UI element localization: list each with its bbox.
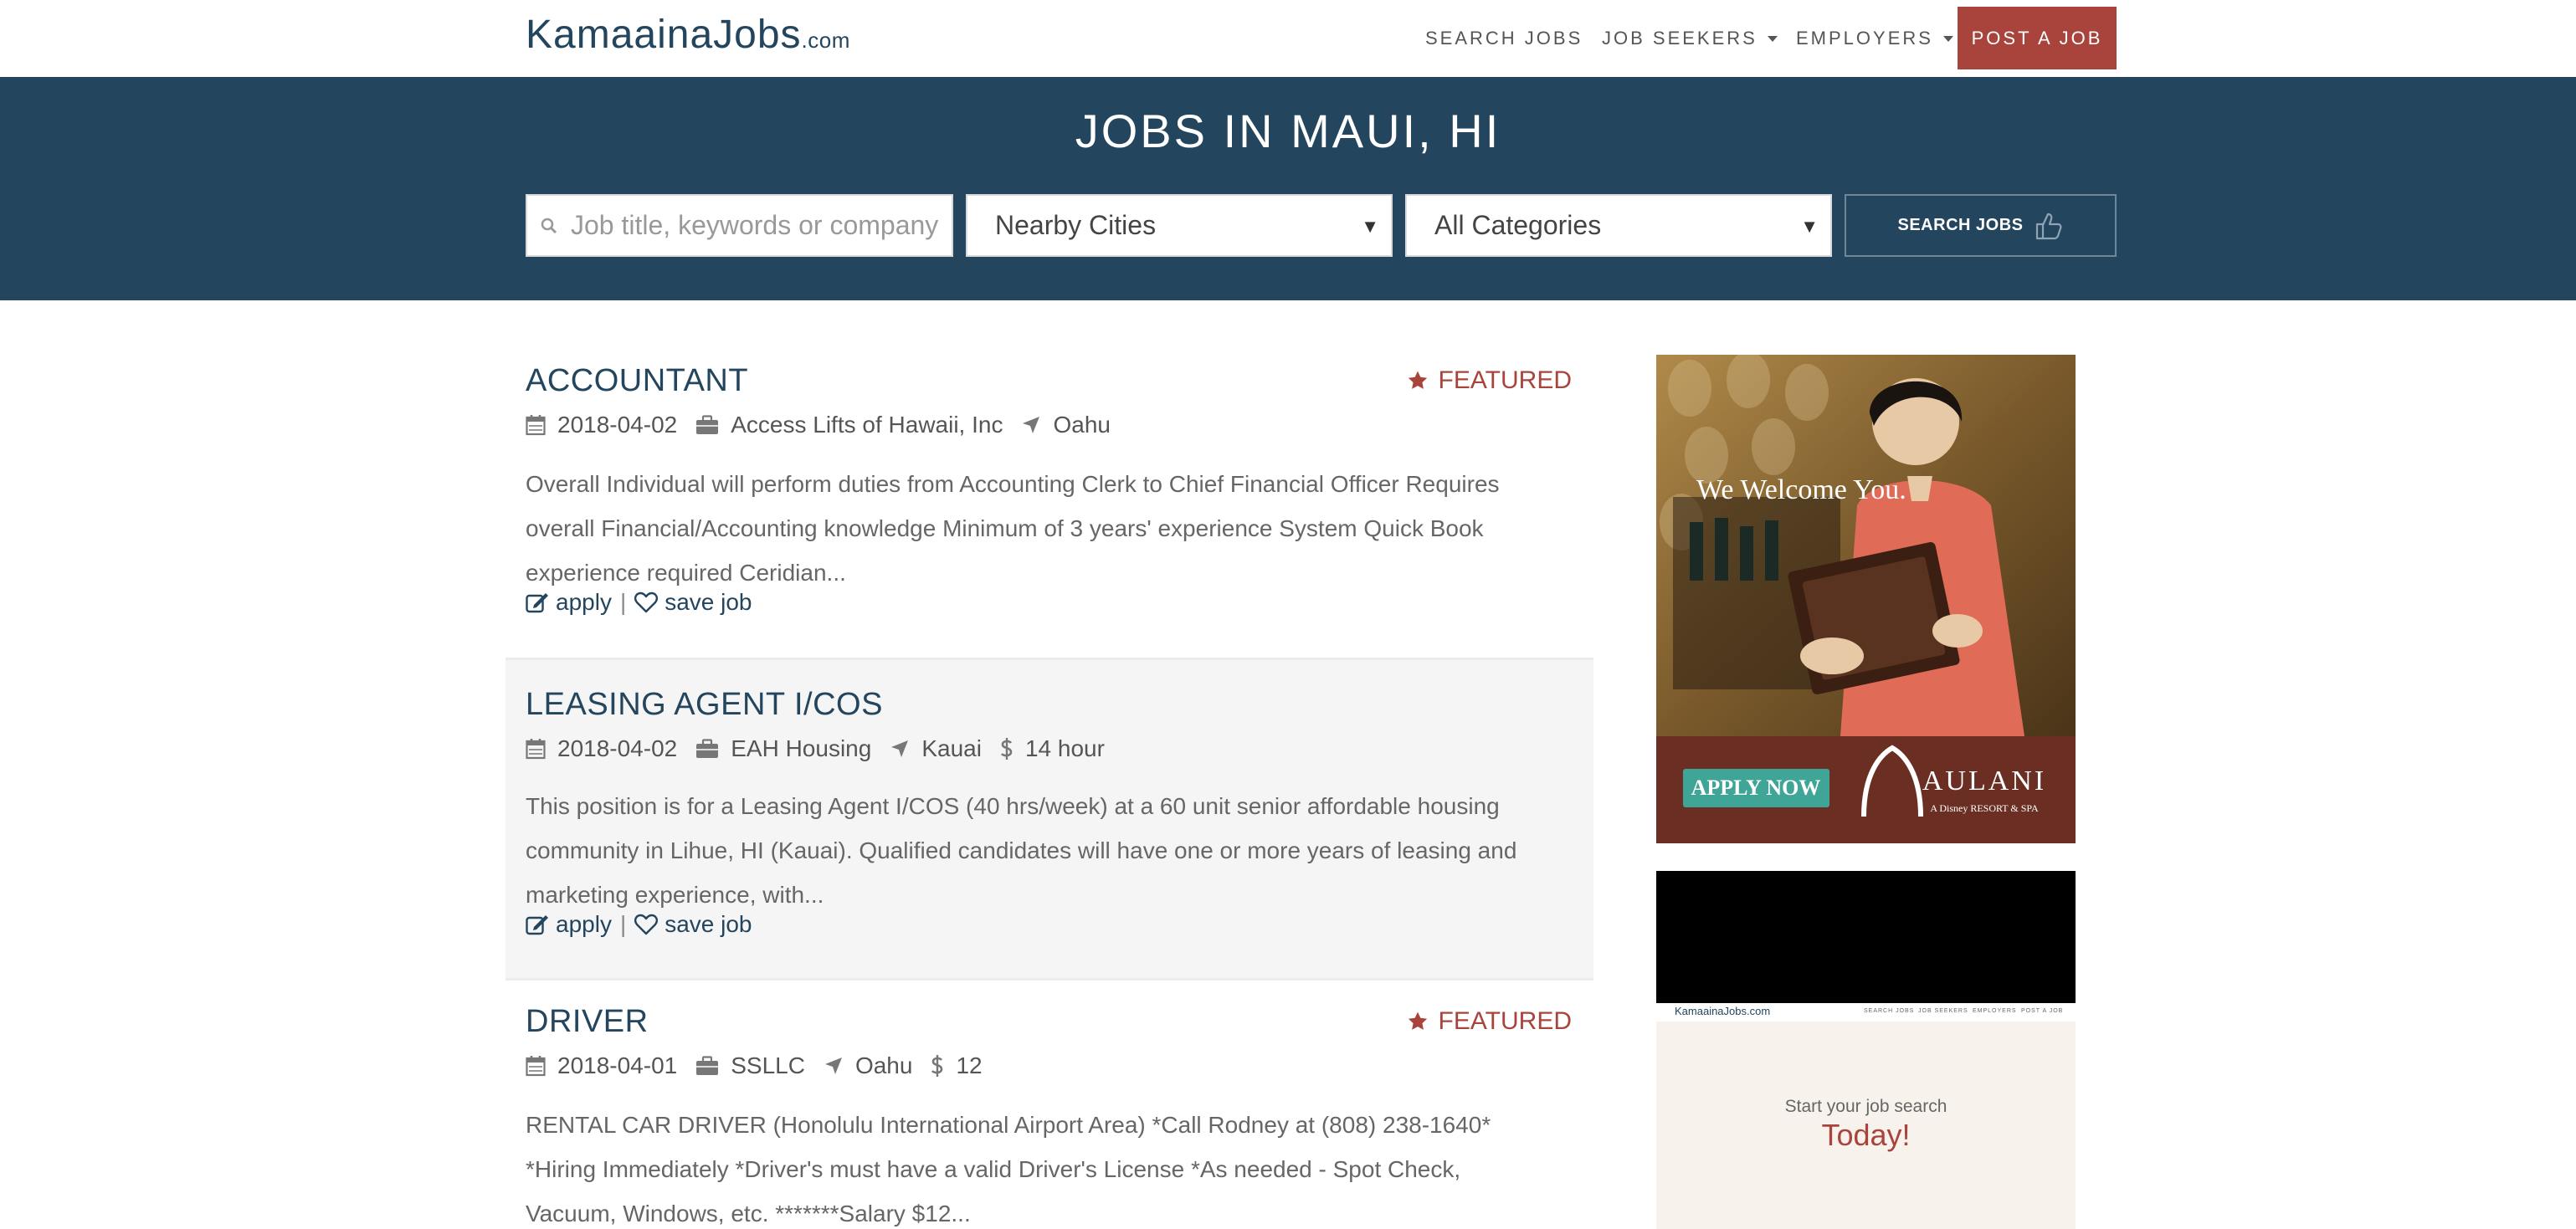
job-company: SSLLC (731, 1052, 805, 1078)
save-job-link[interactable]: save job (634, 911, 752, 938)
dropdown-arrow-icon: ▼ (1361, 216, 1379, 237)
save-job-label: save job (665, 589, 752, 615)
job-meta: 2018-04-01 SSLLC Oahu 12 (526, 1052, 1001, 1079)
nav-job-seekers-label: JOB SEEKERS (1602, 28, 1758, 49)
job-company: EAH Housing (731, 735, 872, 761)
separator: | (619, 911, 627, 937)
job-description: This position is for a Leasing Agent I/C… (526, 793, 1517, 908)
job-date: 2018-04-02 (557, 735, 678, 761)
category-select[interactable]: All Categories ▼ (1405, 194, 1832, 257)
job-pay: 12 (956, 1052, 983, 1078)
city-select-value: Nearby Cities (995, 210, 1157, 240)
featured-label: FEATURED (1438, 1007, 1572, 1035)
thumbs-up-icon (2036, 213, 2062, 239)
featured-badge: FEATURED (1407, 366, 1572, 395)
promo-line-2: Today! (1821, 1118, 1911, 1152)
job-listing: ACCOUNTANT FEATURED 2018-04-02 Access Li… (505, 340, 1593, 656)
promo-mini-nav-1: SEARCH JOBS (1864, 1008, 1915, 1014)
logo-name: KamaainaJobs (526, 13, 802, 57)
promo-line-1: Start your job search (1784, 1097, 1947, 1116)
job-title-link[interactable]: DRIVER (526, 1004, 649, 1040)
apply-now-label: APPLY NOW (1691, 776, 1821, 800)
star-icon (1408, 371, 1427, 389)
hero-search-band: JOBS IN MAUI, HI Job title, keywords or … (0, 77, 2576, 300)
promo-mini-nav-2: JOB SEEKERS (1918, 1008, 1968, 1014)
nav-job-seekers[interactable]: JOB SEEKERS (1602, 0, 1778, 77)
job-location: Oahu (1053, 412, 1111, 438)
promo-dark-band (1656, 871, 2076, 1003)
briefcase-icon (696, 739, 719, 758)
heart-icon (634, 591, 659, 613)
job-location: Oahu (854, 1052, 913, 1078)
promo-mini-nav-3: EMPLOYERS (1973, 1008, 2017, 1014)
calendar-icon (526, 1056, 546, 1077)
dollar-icon (1000, 738, 1013, 760)
search-jobs-button-label: SEARCH JOBS (1897, 216, 2024, 234)
nav-employers-label: EMPLOYERS (1796, 28, 1933, 49)
job-meta: 2018-04-02 Access Lifts of Hawaii, Inc O… (526, 412, 1129, 438)
page-title: JOBS IN MAUI, HI (1075, 105, 1501, 157)
caret-down-icon (1767, 35, 1778, 42)
dropdown-arrow-icon: ▼ (1800, 216, 1819, 237)
nav-employers[interactable]: EMPLOYERS (1796, 0, 1953, 77)
keyword-search-input[interactable]: Job title, keywords or company (526, 194, 953, 257)
apply-label: apply (556, 589, 612, 615)
calendar-icon (526, 739, 546, 760)
logo-suffix: .com (801, 28, 850, 53)
location-arrow-icon (1023, 417, 1040, 433)
apply-link[interactable]: apply (526, 589, 612, 616)
post-job-button[interactable]: POST A JOB (1958, 7, 2117, 69)
location-arrow-icon (891, 740, 909, 757)
save-job-link[interactable]: save job (634, 589, 752, 616)
top-navbar: KamaainaJobs.com SEARCH JOBS JOB SEEKERS… (0, 0, 2576, 77)
job-description: Overall Individual will perform duties f… (526, 471, 1500, 586)
job-company: Access Lifts of Hawaii, Inc (731, 412, 1003, 438)
site-logo[interactable]: KamaainaJobs.com (526, 12, 850, 58)
search-icon (541, 218, 557, 234)
aulani-headline: We Welcome You. (1696, 474, 1906, 505)
briefcase-icon (696, 1056, 719, 1075)
job-listing: LEASING AGENT I/COS 2018-04-02 EAH Housi… (505, 658, 1593, 981)
apply-link[interactable]: apply (526, 911, 612, 938)
aulani-ad-banner[interactable]: APPLY NOW AULANI A Disney RESORT & SPA W… (1656, 355, 2076, 843)
featured-badge: FEATURED (1407, 1007, 1572, 1036)
job-description: RENTAL CAR DRIVER (Honolulu Internationa… (526, 1112, 1491, 1226)
nav-search-jobs-label: SEARCH JOBS (1425, 28, 1583, 49)
caret-down-icon (1942, 35, 1953, 42)
job-actions: apply | save job (526, 911, 752, 938)
job-pay: 14 hour (1024, 735, 1105, 761)
kamaainajobs-promo-ad[interactable]: KamaainaJobs.com SEARCH JOBS JOB SEEKERS… (1656, 871, 2076, 1229)
job-actions: apply | save job (526, 589, 752, 616)
save-job-label: save job (665, 911, 752, 937)
job-title-link[interactable]: LEASING AGENT I/COS (526, 687, 883, 723)
briefcase-icon (696, 415, 719, 434)
job-listing: DRIVER FEATURED 2018-04-01 SSLLC Oahu 12… (505, 981, 1593, 1229)
heart-icon (634, 914, 659, 935)
featured-label: FEATURED (1438, 366, 1572, 394)
nav-search-jobs[interactable]: SEARCH JOBS (1425, 0, 1583, 77)
aulani-ad-image: APPLY NOW AULANI A Disney RESORT & SPA W… (1656, 355, 2076, 843)
promo-mini-nav-4: POST A JOB (2021, 1008, 2064, 1014)
edit-icon (526, 593, 548, 613)
aulani-brand-label: AULANI (1922, 766, 2046, 796)
search-jobs-button[interactable]: SEARCH JOBS (1845, 194, 2117, 257)
calendar-icon (526, 415, 546, 436)
location-arrow-icon (824, 1057, 842, 1074)
city-select[interactable]: Nearby Cities ▼ (966, 194, 1393, 257)
search-placeholder: Job title, keywords or company (571, 210, 939, 240)
apply-label: apply (556, 911, 612, 937)
category-select-value: All Categories (1434, 210, 1602, 240)
edit-icon (526, 915, 548, 935)
job-meta: 2018-04-02 EAH Housing Kauai 14 hour (526, 735, 1123, 762)
promo-mini-logo: KamaainaJobs.com (1675, 1005, 1771, 1017)
aulani-sub-label: A Disney RESORT & SPA (1930, 802, 2039, 814)
separator: | (619, 589, 627, 615)
star-icon (1408, 1011, 1427, 1030)
job-date: 2018-04-02 (557, 412, 678, 438)
job-date: 2018-04-01 (557, 1052, 678, 1078)
dollar-icon (931, 1055, 943, 1077)
job-location: Kauai (921, 735, 982, 761)
job-title-link[interactable]: ACCOUNTANT (526, 363, 748, 399)
